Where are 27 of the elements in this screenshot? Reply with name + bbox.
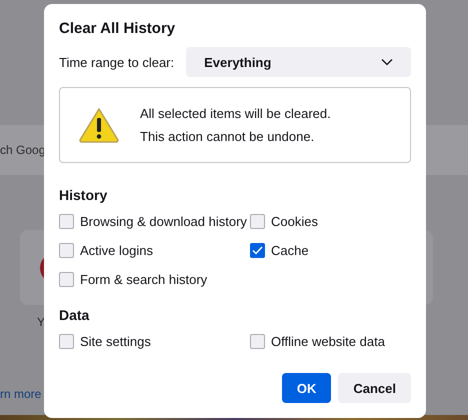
- tile-label: Y: [37, 315, 46, 329]
- checkbox[interactable]: [250, 214, 265, 229]
- dialog-title: Clear All History: [59, 20, 176, 37]
- checkbox[interactable]: [59, 243, 74, 258]
- chevron-down-icon: [381, 58, 393, 66]
- warning-icon: [78, 107, 120, 143]
- section-heading: Data: [59, 307, 90, 323]
- checkbox[interactable]: [59, 334, 74, 349]
- field-label: Time range to clear:: [59, 54, 174, 70]
- checkbox-option[interactable]: Offline website data: [250, 334, 411, 349]
- checkbox[interactable]: [250, 243, 265, 258]
- checkbox-option[interactable]: Cookies: [250, 214, 411, 229]
- checkbox-option[interactable]: Browsing & download history: [59, 214, 250, 229]
- section-heading: History: [59, 187, 108, 203]
- checkmark-icon: [252, 246, 263, 255]
- checkbox-option[interactable]: Active logins: [59, 243, 250, 258]
- checkbox-option[interactable]: Site settings: [59, 334, 250, 349]
- checkbox-option[interactable]: Cache: [250, 243, 411, 258]
- time-range-dropdown[interactable]: Everything: [186, 47, 411, 77]
- warning-text: This action cannot be undone.: [140, 129, 316, 144]
- cancel-button[interactable]: Cancel: [338, 373, 411, 403]
- checkbox[interactable]: [59, 272, 74, 287]
- ok-button[interactable]: OK: [282, 373, 332, 403]
- warning-text: All selected items will be cleared.: [140, 106, 331, 121]
- checkbox[interactable]: [250, 334, 265, 349]
- checkbox[interactable]: [59, 214, 74, 229]
- checkbox-option[interactable]: Form & search history: [59, 272, 250, 287]
